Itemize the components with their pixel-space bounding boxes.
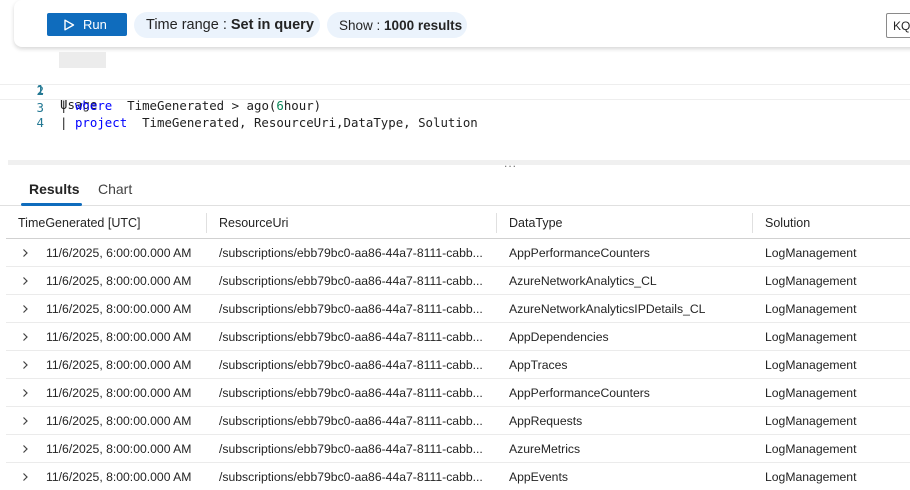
time-range-picker[interactable]: Time range : Set in query (134, 12, 320, 38)
cell-solution: LogManagement (765, 386, 857, 400)
chevron-right-icon[interactable] (20, 379, 32, 407)
tab-chart[interactable]: Chart (98, 181, 132, 197)
cell-data-type: AzureNetworkAnalyticsIPDetails_CL (509, 302, 706, 316)
column-header-solution[interactable]: Solution (765, 206, 810, 239)
table-row[interactable]: 11/6/2025, 8:00:00.000 AM/subscriptions/… (6, 379, 910, 407)
table-row[interactable]: 11/6/2025, 8:00:00.000 AM/subscriptions/… (6, 351, 910, 379)
column-divider[interactable] (206, 213, 207, 233)
run-button-label: Run (83, 17, 107, 32)
pane-splitter[interactable] (8, 160, 910, 165)
chevron-right-icon[interactable] (20, 295, 32, 323)
cell-solution: LogManagement (765, 414, 857, 428)
table-row[interactable]: 11/6/2025, 8:00:00.000 AM/subscriptions/… (6, 435, 910, 463)
cell-resource-uri: /subscriptions/ebb79bc0-aa86-44a7-8111-c… (219, 470, 483, 484)
cell-data-type: AzureMetrics (509, 442, 581, 456)
line-code: | project TimeGenerated, ResourceUri,Dat… (60, 115, 478, 130)
table-row[interactable]: 11/6/2025, 6:00:00.000 AM/subscriptions/… (6, 239, 910, 267)
editor-line: 1 Usage (0, 52, 910, 112)
cell-solution: LogManagement (765, 246, 857, 260)
column-header-time-generated[interactable]: TimeGenerated [UTC] (18, 206, 141, 239)
cell-resource-uri: /subscriptions/ebb79bc0-aa86-44a7-8111-c… (219, 414, 483, 428)
cell-time-generated: 11/6/2025, 8:00:00.000 AM (46, 274, 192, 288)
chevron-right-icon[interactable] (20, 351, 32, 379)
query-toolbar: Run Time range : Set in query Show : 100… (14, 0, 910, 47)
cell-time-generated: 11/6/2025, 8:00:00.000 AM (46, 386, 192, 400)
result-limit-value: 1000 results (384, 17, 463, 33)
cell-resource-uri: /subscriptions/ebb79bc0-aa86-44a7-8111-c… (219, 386, 483, 400)
column-header-data-type[interactable]: DataType (509, 206, 563, 239)
results-table: TimeGenerated [UTC] ResourceUri DataType… (6, 206, 910, 490)
cell-solution: LogManagement (765, 442, 857, 456)
line-number: 4 (36, 115, 44, 130)
column-divider[interactable] (496, 213, 497, 233)
cell-solution: LogManagement (765, 274, 857, 288)
chevron-right-icon[interactable] (20, 435, 32, 463)
cell-time-generated: 11/6/2025, 8:00:00.000 AM (46, 442, 192, 456)
table-row[interactable]: 11/6/2025, 8:00:00.000 AM/subscriptions/… (6, 407, 910, 435)
cell-data-type: AppPerformanceCounters (509, 246, 650, 260)
cell-data-type: AppTraces (509, 358, 568, 372)
table-body: 11/6/2025, 6:00:00.000 AM/subscriptions/… (6, 239, 910, 490)
tab-results[interactable]: Results (29, 181, 80, 197)
chevron-right-icon[interactable] (20, 267, 32, 295)
cell-time-generated: 11/6/2025, 8:00:00.000 AM (46, 330, 192, 344)
chevron-right-icon[interactable] (20, 463, 32, 490)
cell-solution: LogManagement (765, 358, 857, 372)
query-mode-label: KQ (893, 19, 910, 33)
cell-time-generated: 11/6/2025, 6:00:00.000 AM (46, 246, 192, 260)
cell-resource-uri: /subscriptions/ebb79bc0-aa86-44a7-8111-c… (219, 302, 483, 316)
cell-time-generated: 11/6/2025, 8:00:00.000 AM (46, 302, 192, 316)
splitter-handle[interactable]: ... (504, 156, 517, 170)
cell-resource-uri: /subscriptions/ebb79bc0-aa86-44a7-8111-c… (219, 358, 483, 372)
editor-line: 2 | where TimeGenerated > ago(6hour) (0, 68, 910, 113)
time-range-value: Set in query (230, 17, 314, 33)
table-row[interactable]: 11/6/2025, 8:00:00.000 AM/subscriptions/… (6, 295, 910, 323)
play-icon (63, 19, 75, 31)
chevron-right-icon[interactable] (20, 407, 32, 435)
cell-resource-uri: /subscriptions/ebb79bc0-aa86-44a7-8111-c… (219, 274, 483, 288)
cell-data-type: AppDependencies (509, 330, 609, 344)
time-range-label: Time range : (146, 17, 227, 33)
table-row[interactable]: 11/6/2025, 8:00:00.000 AM/subscriptions/… (6, 267, 910, 295)
chevron-right-icon[interactable] (20, 323, 32, 351)
table-header: TimeGenerated [UTC] ResourceUri DataType… (6, 206, 910, 239)
cell-solution: LogManagement (765, 470, 857, 484)
result-limit-picker[interactable]: Show : 1000 results (327, 12, 467, 38)
result-tabs: Results Chart (0, 172, 910, 206)
editor-line: 4 (0, 100, 910, 130)
run-button[interactable]: Run (47, 13, 127, 36)
query-mode-dropdown[interactable]: KQ (886, 13, 910, 38)
chevron-right-icon[interactable] (20, 239, 32, 267)
cell-data-type: AppEvents (509, 470, 568, 484)
query-editor[interactable]: 1 Usage 2 | where TimeGenerated > ago(6h… (0, 52, 910, 160)
cell-data-type: AppRequests (509, 414, 583, 428)
column-divider[interactable] (752, 213, 753, 233)
table-row[interactable]: 11/6/2025, 8:00:00.000 AM/subscriptions/… (6, 463, 910, 490)
cell-data-type: AppPerformanceCounters (509, 386, 650, 400)
editor-line: 3 | project TimeGenerated, ResourceUri,D… (0, 84, 910, 130)
cell-resource-uri: /subscriptions/ebb79bc0-aa86-44a7-8111-c… (219, 442, 483, 456)
cell-solution: LogManagement (765, 302, 857, 316)
cell-solution: LogManagement (765, 330, 857, 344)
cell-time-generated: 11/6/2025, 8:00:00.000 AM (46, 414, 192, 428)
cell-resource-uri: /subscriptions/ebb79bc0-aa86-44a7-8111-c… (219, 330, 483, 344)
cell-time-generated: 11/6/2025, 8:00:00.000 AM (46, 358, 192, 372)
result-limit-label: Show : (339, 17, 381, 33)
cell-resource-uri: /subscriptions/ebb79bc0-aa86-44a7-8111-c… (219, 246, 483, 260)
cell-data-type: AzureNetworkAnalytics_CL (509, 274, 657, 288)
cell-time-generated: 11/6/2025, 8:00:00.000 AM (46, 470, 192, 484)
column-header-resource-uri[interactable]: ResourceUri (219, 206, 288, 239)
table-row[interactable]: 11/6/2025, 8:00:00.000 AM/subscriptions/… (6, 323, 910, 351)
